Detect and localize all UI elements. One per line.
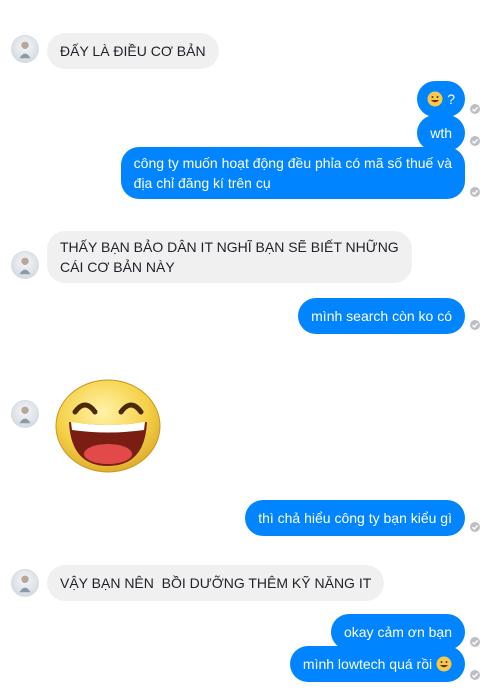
contact-avatar[interactable] [11, 400, 39, 428]
outgoing-message[interactable]: okay cảm ơn bạn [330, 614, 465, 650]
outgoing-message[interactable]: wth [417, 115, 465, 151]
seen-indicator-icon [470, 187, 480, 197]
seen-indicator-icon [470, 136, 480, 146]
seen-indicator-icon [470, 522, 480, 532]
incoming-message[interactable]: ĐẤY LÀ ĐIỀU CƠ BẢN [47, 33, 219, 69]
incoming-message[interactable]: VẬY BẠN NÊN BỒI DƯỠNG THÊM KỸ NĂNG IT [47, 565, 385, 601]
grinning-face-icon [427, 91, 443, 107]
seen-indicator-icon [470, 637, 480, 647]
contact-avatar[interactable] [11, 35, 39, 63]
contact-avatar[interactable] [11, 251, 39, 279]
outgoing-message[interactable]: thì chả hiểu công ty bạn kiểu gì [245, 500, 465, 536]
message-line: CÁI CƠ BẢN NÀY [60, 259, 175, 275]
message-text: mình lowtech quá rồi [302, 656, 433, 672]
message-line: THẤY BẠN BẢO DÂN IT NGHĨ BẠN SẼ BIẾT NHỮ… [60, 239, 399, 255]
laughing-face-sticker-icon[interactable] [53, 374, 163, 474]
message-line: công ty muốn hoạt động đều phỉa có mã số… [133, 155, 452, 171]
grinning-face-icon [436, 656, 452, 672]
contact-avatar[interactable] [11, 569, 39, 597]
seen-indicator-icon [470, 320, 480, 330]
seen-indicator-icon [470, 670, 480, 680]
outgoing-message[interactable]: mình lowtech quá rồi [289, 646, 465, 682]
outgoing-message[interactable]: ? [417, 81, 465, 117]
message-line: địa chỉ đăng kí trên cụ [133, 175, 271, 191]
incoming-message[interactable]: THẤY BẠN BẢO DÂN IT NGHĨ BẠN SẼ BIẾT NHỮ… [47, 231, 412, 283]
outgoing-message[interactable]: mình search còn ko có [298, 298, 465, 334]
seen-indicator-icon [470, 104, 480, 114]
message-text: ? [447, 91, 455, 107]
outgoing-message[interactable]: công ty muốn hoạt động đều phỉa có mã số… [120, 147, 465, 199]
